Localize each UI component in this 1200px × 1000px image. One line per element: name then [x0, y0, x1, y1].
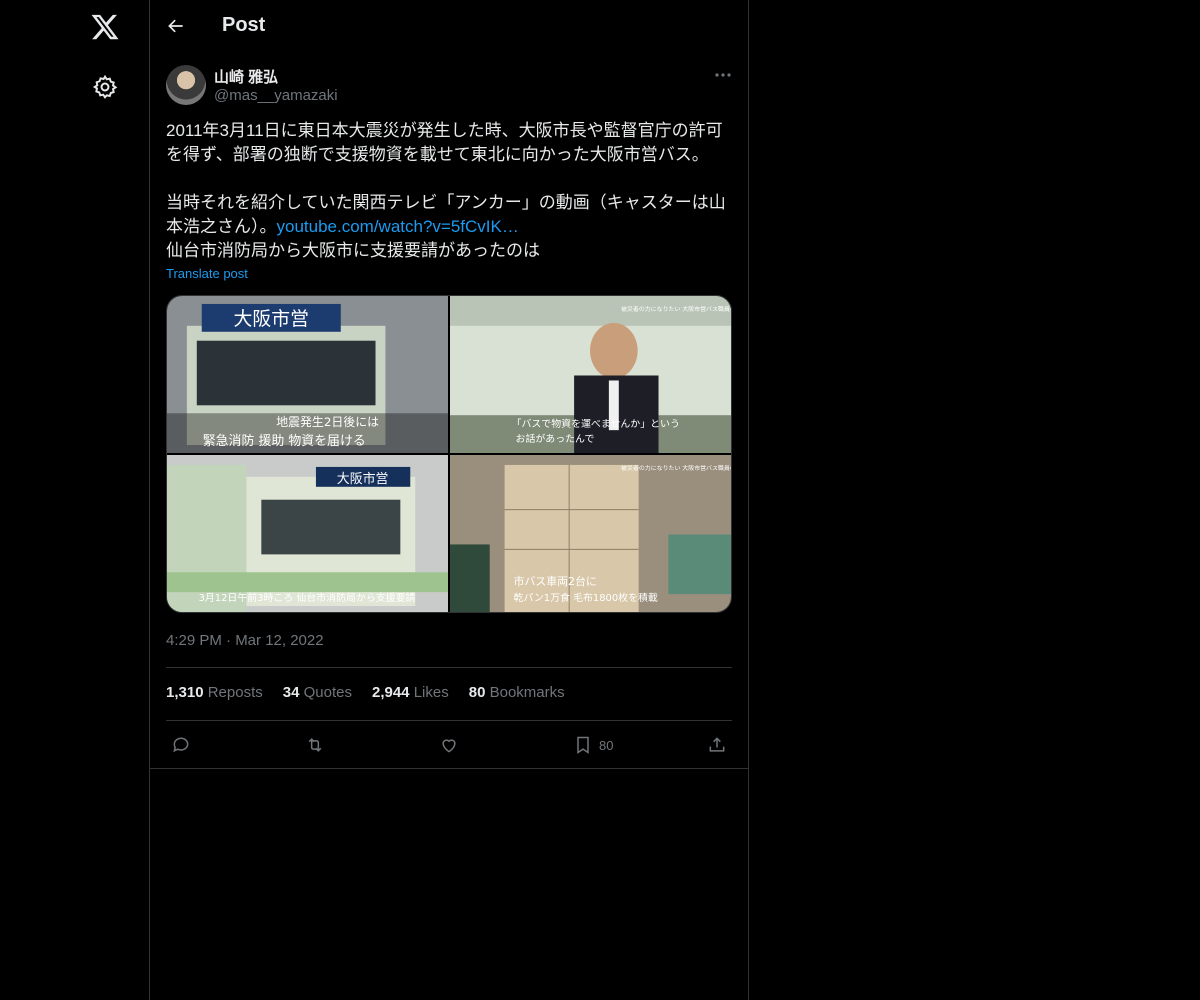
x-logo-icon[interactable] — [90, 12, 120, 42]
page-title: Post — [222, 14, 266, 36]
post-detail-column: Post 山崎 雅弘 @mas__yamazaki 2011年3月11日に東日本… — [150, 0, 749, 1000]
post-timestamp[interactable]: 4:29 PM · Mar 12, 2022 — [166, 632, 324, 649]
post-link[interactable]: youtube.com/watch?v=5fCvIK… — [277, 217, 519, 236]
stat-count: 1,310 — [166, 684, 204, 701]
avatar[interactable] — [166, 65, 206, 105]
media-1-caption-2: 緊急消防 援助 物資を届ける — [203, 433, 366, 449]
media-4-caption: 市バス車両2台に — [514, 574, 597, 588]
like-button[interactable] — [439, 734, 459, 756]
author-handle[interactable]: @mas__yamazaki — [214, 87, 338, 104]
bookmark-button[interactable]: 80 — [573, 734, 613, 756]
stat-reposts[interactable]: 1,310 Reposts — [166, 684, 263, 701]
media-1-caption: 地震発生2日後には — [276, 415, 379, 429]
stat-count: 80 — [468, 684, 486, 701]
bookmark-count: 80 — [599, 737, 614, 753]
heart-icon — [442, 739, 456, 753]
share-icon — [709, 737, 725, 752]
arrow-left-icon[interactable] — [166, 16, 186, 36]
gear-icon[interactable] — [92, 74, 118, 100]
share-button[interactable] — [707, 734, 727, 756]
media-3-top-caption: 大阪市営 — [337, 471, 389, 487]
media-4-caption-2: 乾パン1万食 毛布1800枚を積載 — [514, 591, 658, 604]
stat-label: Reposts — [207, 684, 263, 701]
reply-icon — [173, 737, 189, 753]
stat-label: Likes — [413, 684, 449, 701]
media-1-top-caption: 大阪市営 — [234, 308, 309, 330]
stat-label: Quotes — [303, 684, 352, 701]
more-options-icon[interactable] — [712, 66, 734, 84]
post-actions: 80 — [150, 720, 748, 769]
stat-quotes[interactable]: 34 Quotes — [283, 684, 352, 701]
media-2-top-caption: 被災者の力になりたい 大阪市営バス職員の思い — [621, 305, 731, 313]
repost-button[interactable] — [305, 734, 325, 756]
author-name[interactable]: 山崎 雅弘 — [214, 66, 278, 87]
reply-button[interactable] — [171, 734, 191, 756]
media-grid: 大阪市営 地震発生2日後には 緊急消防 援助 物資を届ける 被災者の力になりたい… — [166, 295, 732, 613]
post-stats: 1,310 Reposts 34 Quotes 2,944 Likes 80 B… — [166, 684, 565, 701]
media-image-1[interactable]: 大阪市営 地震発生2日後には 緊急消防 援助 物資を届ける — [167, 296, 448, 453]
post-text: 2011年3月11日に東日本大震災が発生した時、大阪市長や監督官庁の許可を得ず、… — [166, 119, 732, 263]
media-4-top-caption: 被災者の力になりたい 大阪市営バス職員の思い — [621, 464, 731, 472]
left-navigation — [0, 0, 150, 1000]
stat-count: 34 — [282, 684, 300, 701]
repost-icon — [308, 738, 322, 752]
bookmark-icon — [577, 736, 589, 754]
divider — [166, 667, 732, 668]
media-3-caption: 3月12日午前3時ころ 仙台市消防局から支援要請 — [199, 591, 416, 604]
post-text-continued: 仙台市消防局から大阪市に支援要請があったのは — [166, 241, 540, 260]
media-image-2[interactable]: 被災者の力になりたい 大阪市営バス職員の思い 「バスで物資を運べませんか」という… — [450, 296, 731, 453]
stat-count: 2,944 — [371, 684, 410, 701]
media-2-caption: 「バスで物資を運べませんか」という — [512, 417, 680, 430]
media-image-4[interactable]: 被災者の力になりたい 大阪市営バス職員の思い 市バス車両2台に 乾パン1万食 毛… — [450, 455, 731, 612]
media-2-caption-2: お話があったんで — [516, 432, 595, 445]
page-header: Post — [150, 0, 748, 54]
stat-bookmarks[interactable]: 80 Bookmarks — [469, 684, 565, 701]
translate-post-link[interactable]: Translate post — [166, 266, 248, 281]
media-image-3[interactable]: 大阪市営 3月12日午前3時ころ 仙台市消防局から支援要請 — [167, 455, 448, 612]
stat-label: Bookmarks — [489, 684, 565, 701]
stat-likes[interactable]: 2,944 Likes — [372, 684, 449, 701]
